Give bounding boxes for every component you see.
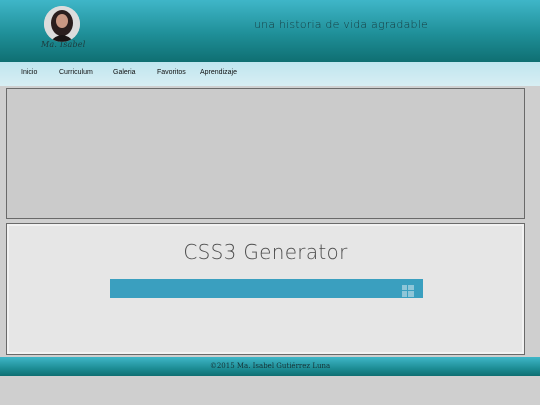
author-signature: Ma. Isabel xyxy=(41,40,86,49)
nav-item-favoritos[interactable]: Favoritos xyxy=(157,69,186,76)
nav-item-inicio[interactable]: Inicio xyxy=(21,69,37,76)
generator-title: CSS3 Generator xyxy=(183,240,348,264)
site-footer: ©2015 Ma. Isabel Gutiérrez Luna xyxy=(0,357,540,376)
site-tagline: una historia de vida agradable xyxy=(254,18,428,31)
generator-panel: CSS3 Generator xyxy=(6,223,525,355)
avatar xyxy=(44,6,80,42)
main-nav: Inicio Curriculum Galeria Favoritos Apre… xyxy=(0,62,540,86)
generator-bar[interactable] xyxy=(110,279,423,298)
site-header: Ma. Isabel una historia de vida agradabl… xyxy=(0,0,540,62)
top-content-panel xyxy=(6,88,525,219)
nav-item-aprendizaje[interactable]: Aprendizaje xyxy=(200,69,237,76)
nav-item-curriculum[interactable]: Curriculum xyxy=(59,69,93,76)
grid-icon[interactable] xyxy=(402,285,414,297)
nav-item-galeria[interactable]: Galeria xyxy=(113,69,136,76)
footer-copyright: ©2015 Ma. Isabel Gutiérrez Luna xyxy=(209,362,331,370)
